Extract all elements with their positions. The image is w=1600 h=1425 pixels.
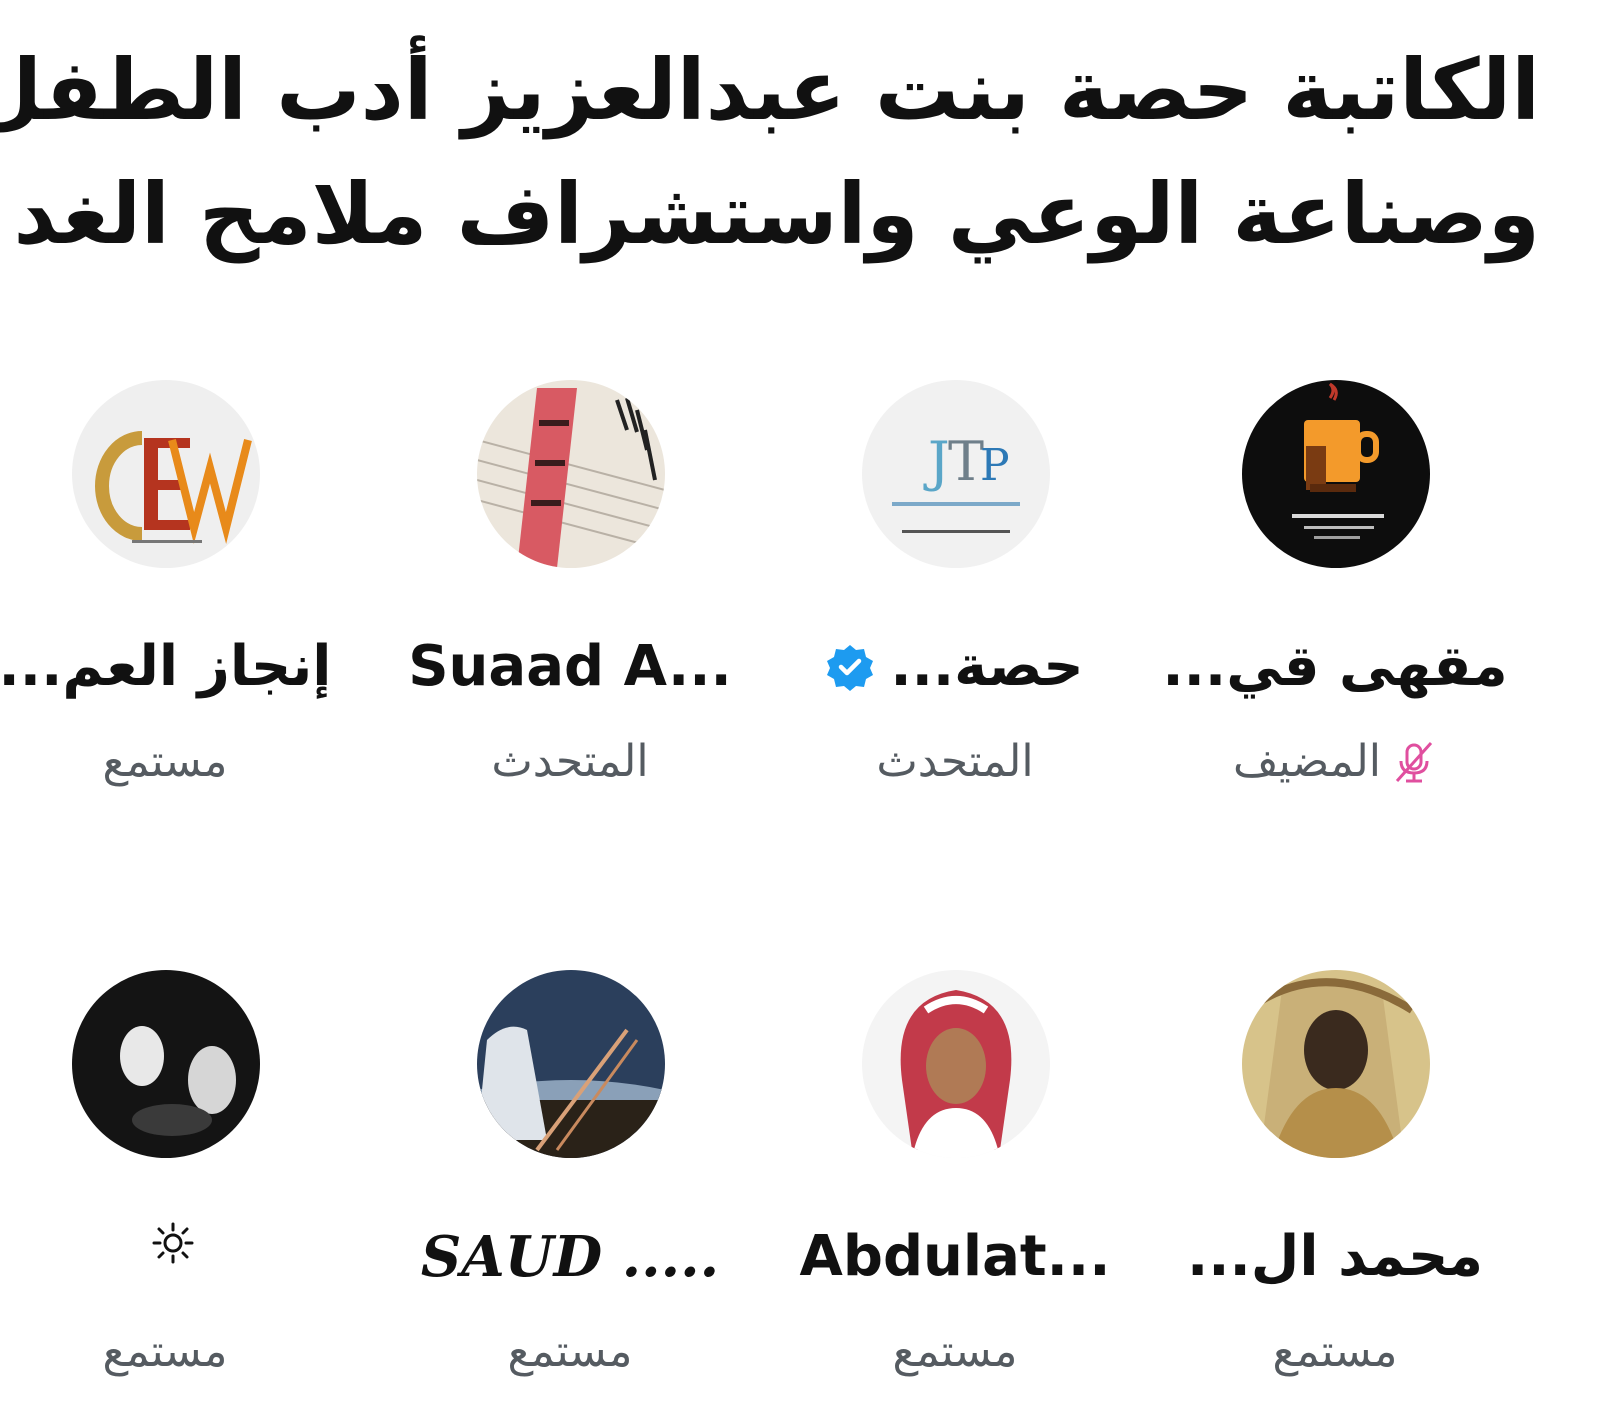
cafe-logo-image bbox=[1242, 380, 1430, 568]
participant-listener[interactable]: مستمع bbox=[0, 960, 330, 1420]
participant-role: مستمع bbox=[102, 736, 228, 787]
jtp-logo-image: J T P bbox=[862, 380, 1050, 568]
book-image bbox=[477, 380, 665, 568]
avatar[interactable] bbox=[862, 970, 1050, 1158]
participant-speaker[interactable]: Suaad A... المتحدث bbox=[405, 370, 735, 830]
landscape-photo-image bbox=[477, 970, 665, 1158]
avatar[interactable] bbox=[477, 380, 665, 568]
avatar[interactable] bbox=[1242, 970, 1430, 1158]
participant-name: مقهى قي... bbox=[1162, 634, 1508, 699]
svg-text:P: P bbox=[980, 440, 1010, 491]
space-title-line-1: الكاتبة حصة بنت عبدالعزيز أدب الطفل bbox=[0, 41, 1540, 139]
sun-icon bbox=[152, 1222, 194, 1264]
avatar[interactable] bbox=[72, 380, 260, 568]
participant-role: المتحدث bbox=[876, 736, 1034, 787]
participant-name: حصة... bbox=[790, 632, 1120, 702]
avatar[interactable] bbox=[477, 970, 665, 1158]
participant-role: مستمع bbox=[507, 1326, 633, 1377]
participant-name: Abdulat... bbox=[799, 1224, 1111, 1289]
participant-role: مستمع bbox=[892, 1326, 1018, 1377]
participant-role: المضيف bbox=[1170, 732, 1500, 792]
participant-listener[interactable]: إنجاز العم... مستمع bbox=[0, 370, 332, 830]
participant-name: Suaad A... bbox=[408, 634, 732, 699]
cew-logo-image bbox=[72, 380, 260, 568]
person-photo-image bbox=[1242, 970, 1430, 1158]
space-title-line-2: وصناعة الوعي واستشراف ملامح الغد bbox=[13, 165, 1540, 263]
space-title: الكاتبة حصة بنت عبدالعزيز أدب الطفل وصنا… bbox=[0, 28, 1540, 276]
avatar[interactable]: J T P bbox=[862, 380, 1050, 568]
participant-role: المتحدث bbox=[491, 736, 649, 787]
dark-photo-image bbox=[72, 970, 260, 1158]
participant-host[interactable]: مقهى قي... المضيف bbox=[1162, 370, 1508, 830]
verified-badge-icon bbox=[827, 645, 874, 691]
person-photo-image bbox=[862, 970, 1050, 1158]
svg-text:T: T bbox=[948, 430, 984, 493]
participant-speaker-verified[interactable]: J T P حصة... المتحدث bbox=[790, 370, 1120, 830]
avatar[interactable] bbox=[1242, 380, 1430, 568]
participants-row: محمد ال... مستمع Abdulat... مستمع SAUD .… bbox=[0, 960, 1600, 1420]
participants-row: مقهى قي... المضيف J T P حصة... المتحدث S… bbox=[0, 370, 1600, 830]
mic-off-icon[interactable] bbox=[1391, 739, 1437, 785]
participant-name: محمد ال... bbox=[1186, 1224, 1484, 1289]
participant-name: SAUD ..... bbox=[420, 1224, 720, 1290]
participant-listener[interactable]: SAUD ..... مستمع bbox=[405, 960, 735, 1420]
participant-listener[interactable]: Abdulat... مستمع bbox=[790, 960, 1120, 1420]
avatar[interactable] bbox=[72, 970, 260, 1158]
participant-role: مستمع bbox=[1272, 1326, 1398, 1377]
participant-name: إنجاز العم... bbox=[0, 634, 332, 699]
participant-role: مستمع bbox=[102, 1326, 228, 1377]
participant-name bbox=[0, 1222, 330, 1264]
participant-listener[interactable]: محمد ال... مستمع bbox=[1170, 960, 1500, 1420]
